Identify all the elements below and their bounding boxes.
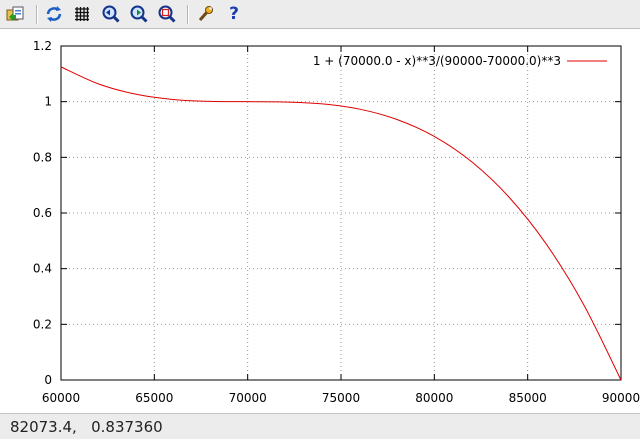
x-tick-label: 70000 (229, 391, 267, 405)
zoom-previous-button[interactable] (101, 4, 121, 24)
settings-icon (198, 6, 213, 21)
x-tick-label: 85000 (509, 391, 547, 405)
function-chart[interactable]: 60000 65000 70000 75000 80000 85000 90000 0 0.2 0… (0, 29, 640, 413)
zoom-previous-icon (102, 5, 120, 23)
help-icon: ? (229, 4, 239, 24)
export-icon (6, 6, 24, 21)
settings-button[interactable] (195, 4, 215, 24)
series-line (60, 66, 622, 381)
zoom-next-button[interactable] (129, 4, 149, 24)
y-tick-label: 0.8 (33, 150, 52, 164)
x-tick-label: 65000 (135, 391, 173, 405)
toolbar: ? (0, 0, 640, 29)
zoom-next-icon (130, 5, 148, 23)
toolbar-separator (36, 5, 38, 24)
replot-icon (46, 6, 62, 22)
legend-label: 1 + (70000.0 - x)**3/(90000-70000.0)**3 (313, 54, 561, 68)
y-tick-label: 0.4 (33, 262, 52, 276)
cursor-coordinates: 82073.4, 0.837360 (10, 418, 163, 436)
y-tick-label: 0.2 (33, 317, 52, 331)
toolbar-separator (187, 5, 189, 24)
grid-button[interactable] (72, 4, 92, 24)
x-tick-label: 75000 (322, 391, 360, 405)
autoscale-icon (158, 5, 176, 23)
x-tick-label: 80000 (415, 391, 453, 405)
autoscale-button[interactable] (157, 4, 177, 24)
status-bar: 82073.4, 0.837360 (0, 413, 640, 439)
x-tick-label: 90000 (602, 391, 640, 405)
y-tick-label: 1 (44, 95, 52, 109)
grid-icon (75, 7, 89, 21)
export-button[interactable] (5, 4, 25, 24)
y-tick-label: 0 (44, 373, 52, 387)
x-tick-label: 60000 (42, 391, 80, 405)
help-button[interactable]: ? (224, 4, 244, 24)
plot-area[interactable]: 60000 65000 70000 75000 80000 85000 90000 0 0.2 0… (0, 29, 640, 413)
y-tick-label: 1.2 (33, 39, 52, 53)
y-tick-label: 0.6 (33, 206, 52, 220)
replot-button[interactable] (44, 4, 64, 24)
